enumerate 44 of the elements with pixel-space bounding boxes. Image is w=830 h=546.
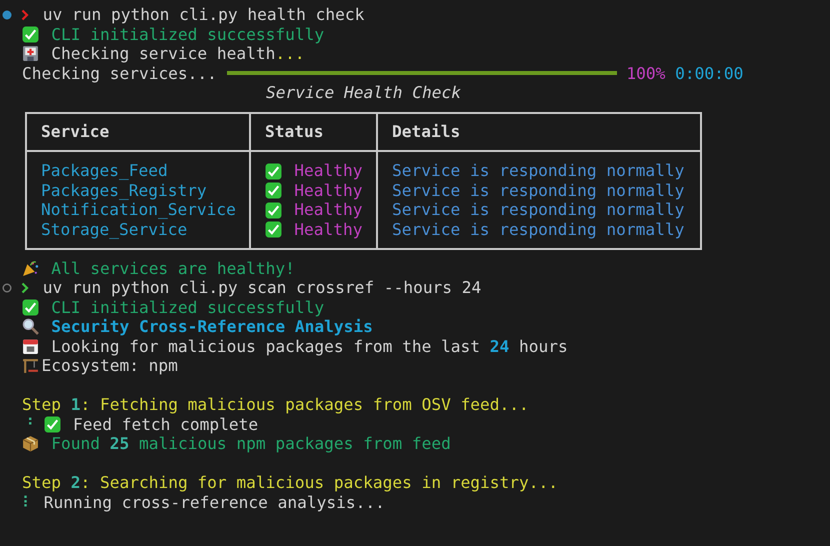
status-text: Healthy xyxy=(294,161,362,181)
table-cell: Service is responding normally xyxy=(392,220,684,240)
column-header: Status xyxy=(251,114,378,150)
progress-label: Checking services... xyxy=(22,64,217,83)
status-text: Healthy xyxy=(294,180,362,200)
output-line: CLI initialized successfully xyxy=(51,24,324,44)
command-text: uv run python cli.py health check xyxy=(42,5,364,24)
output-line: Step 1: Fetching malicious packages from OSV feed... xyxy=(22,395,529,414)
output-line: Step 2: Searching for malicious packages in registry... xyxy=(22,473,558,492)
output-line: Checking service health... xyxy=(51,44,305,64)
output-line: Looking for malicious packages from the last 24 hours xyxy=(51,336,568,356)
package-icon xyxy=(22,435,39,452)
construction-icon xyxy=(22,357,39,374)
table-cell: Packages_Feed xyxy=(41,161,168,181)
table-cell: Service is responding normally xyxy=(392,161,684,181)
column-header: Details xyxy=(391,121,462,143)
output-line: Running cross-reference analysis... xyxy=(44,492,385,512)
check-icon xyxy=(22,26,39,43)
table-cell: Notification_Service xyxy=(41,200,236,220)
spinner-glyph: ⠇ xyxy=(22,492,34,512)
command-text: uv run python cli.py scan crossref --hours 24 xyxy=(42,278,482,298)
progress-percent: 100% xyxy=(626,64,666,83)
table-cell: Service is responding normally xyxy=(392,200,684,220)
table-cell: Packages_Registry xyxy=(41,180,207,200)
output-line: Found 25 malicious npm packages from feed xyxy=(51,434,451,454)
check-icon xyxy=(44,416,61,433)
table-cell: Storage_Service xyxy=(41,220,188,240)
calendar-icon xyxy=(22,338,39,355)
party-popper-icon xyxy=(22,260,39,277)
table-title: Service Health Check xyxy=(266,83,461,102)
output-line: Feed fetch complete xyxy=(72,414,258,434)
table-cell: Service is responding normally xyxy=(392,180,684,200)
status-text: Healthy xyxy=(294,220,362,240)
hospital-icon xyxy=(22,45,39,62)
column-header: Service xyxy=(27,114,251,150)
check-icon xyxy=(22,298,39,316)
status-text: Healthy xyxy=(294,200,362,220)
magnifier-icon xyxy=(22,318,39,336)
spinner-glyph: ⠘ xyxy=(22,414,34,434)
output-line: Security Cross-Reference Analysis xyxy=(51,317,373,336)
elapsed-time: 0:00:00 xyxy=(675,64,744,83)
output-line: CLI initialized successfully xyxy=(51,298,324,317)
output-line: All services are healthy! xyxy=(51,258,295,278)
output-line: Ecosystem: npm xyxy=(41,356,178,376)
